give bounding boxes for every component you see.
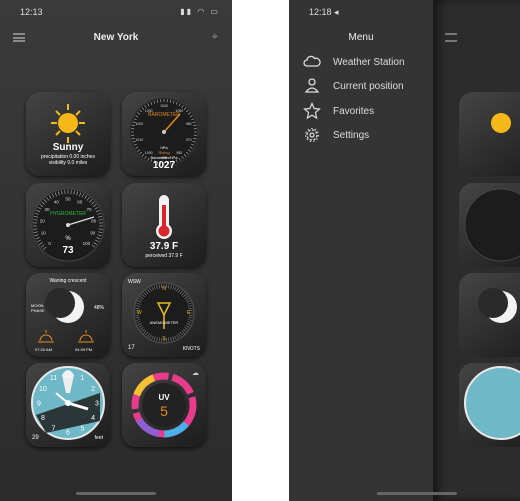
menu-item-favorites[interactable]: Favorites — [303, 102, 429, 122]
status-time: 12:13 — [20, 7, 43, 17]
side-menu: 12:18 ◂ Menu Weather Station Current pos… — [289, 0, 433, 501]
altimeter-number: 6 — [66, 429, 70, 436]
uv-value: 5 — [160, 403, 168, 419]
moon-illumination: 48% — [93, 305, 104, 311]
hamburger-menu-icon[interactable] — [445, 33, 457, 42]
menu-item-label: Favorites — [333, 106, 375, 117]
altimeter-number: 3 — [95, 400, 99, 407]
altimeter-number: 8 — [41, 415, 45, 422]
uv-index-tile[interactable]: ☁ UV 5 — [122, 363, 206, 447]
hygrometer-tick-label: 40 — [54, 199, 60, 204]
hygrometer-dial — [464, 188, 520, 262]
temperature-value: 37.9 F — [149, 241, 179, 252]
moon-icon — [478, 288, 517, 323]
menu-item-current-position[interactable]: Current position — [303, 77, 429, 97]
hygrometer-tick-label: 60 — [77, 199, 83, 204]
left-phone-screen: 12:13 ▮▮ ◠ ▭ New York ⌖ Sunny precipitat… — [0, 0, 232, 501]
hygrometer-label: HYGROMETER — [50, 211, 86, 217]
menu-title: Menu — [348, 32, 374, 43]
compass-w: W — [137, 310, 142, 316]
anemometer-label: ANEMOMETER — [149, 320, 179, 325]
sunrise-icon — [38, 330, 54, 343]
altimeter-number: 10 — [39, 386, 47, 393]
anemometer-tile[interactable]: WSW N E S W ANEMOMETER 17 KNOTS — [122, 273, 206, 357]
altimeter-tile-partial — [459, 363, 520, 447]
dimmed-content[interactable] — [433, 0, 520, 501]
wind-direction-code: WSW — [128, 279, 141, 285]
status-bar: 12:18 ◂ — [289, 0, 433, 22]
status-icons: ▮▮ ◠ ▭ — [180, 7, 220, 16]
altimeter-dial — [464, 366, 520, 440]
compass-s: S — [162, 336, 166, 342]
uv-label: UV — [158, 393, 170, 402]
moon-tile-partial — [459, 273, 520, 357]
barometer-value: 1027 — [152, 160, 176, 171]
altimeter-number: 1 — [81, 375, 85, 382]
sun-icon — [491, 113, 511, 133]
status-time: 12:18 ◂ — [309, 7, 339, 17]
thermometer-tile[interactable]: 37.9 F perceived 37.9 F — [122, 183, 206, 267]
menu-item-label: Settings — [333, 130, 370, 141]
home-indicator[interactable] — [76, 492, 156, 495]
hygrometer-unit: % — [65, 236, 71, 242]
home-indicator[interactable] — [376, 492, 457, 495]
altimeter-number: 7 — [52, 425, 56, 432]
altimeter-number: 4 — [91, 415, 95, 422]
moon-phase-label-2: PHASE — [31, 308, 45, 313]
barometer-tick-label: 1010 — [135, 138, 143, 142]
hygrometer-tile-partial — [459, 183, 520, 267]
cloud-icon — [303, 55, 321, 67]
compass-n: N — [162, 286, 166, 292]
wind-unit: KNOTS — [182, 346, 200, 352]
hygrometer-tick-label: 10 — [41, 231, 47, 236]
sunset-icon — [78, 330, 94, 343]
hygrometer-tile[interactable]: 0 10 20 30 40 50 60 70 80 90 100 HYGROMETER % 73 — [26, 183, 110, 267]
altimeter-number: 5 — [81, 425, 85, 432]
sunset-time: 04:39 PM — [75, 347, 93, 352]
weather-condition: Sunny — [52, 142, 84, 153]
star-icon — [303, 102, 321, 120]
barometer-tick-label: 1040 — [160, 104, 168, 108]
moon-icon — [38, 288, 94, 343]
compass-e: E — [187, 310, 191, 316]
gear-icon — [305, 128, 319, 142]
hygrometer-tick-label: 50 — [65, 197, 71, 202]
altimeter-tile[interactable]: 12 1 2 3 4 5 6 7 8 9 10 11 29 feet — [26, 363, 110, 447]
barometer-tick-label: 970 — [186, 138, 192, 142]
sun-cloud-icon: ☁ — [192, 370, 199, 377]
sunrise-time: 07:20 AM — [35, 347, 52, 352]
menu-item-label: Current position — [333, 81, 404, 92]
altimeter-number: 11 — [50, 375, 57, 382]
sunny-tile[interactable]: Sunny precipitation 0.00 inches visibili… — [26, 92, 110, 176]
moon-phase-tile[interactable]: Waning crescent MOON PHASE 48% 07:20 AM … — [26, 273, 110, 357]
person-pin-icon — [304, 78, 320, 93]
altimeter-number: 12 — [64, 371, 72, 378]
city-title: New York — [93, 32, 139, 43]
status-bar: 12:13 ▮▮ ◠ ▭ — [0, 0, 232, 22]
hygrometer-tick-label: 20 — [40, 218, 46, 223]
perceived-temperature: perceived 37.9 F — [145, 253, 183, 259]
altimeter-number: 2 — [91, 386, 95, 393]
wind-speed: 17 — [128, 345, 135, 351]
menu-item-label: Weather Station — [333, 57, 405, 68]
hygrometer-value: 73 — [62, 245, 74, 256]
barometer-tile[interactable]: 1040 1050 960 970 980 990 1000 1010 1020 1030 BAR… — [122, 92, 206, 176]
location-pin-icon[interactable]: ⌖ — [212, 31, 218, 44]
altitude-value: 29 — [32, 435, 39, 441]
right-phone-screen: 12:18 ◂ Menu Weather Station Current pos… — [289, 0, 520, 501]
altimeter-number: 9 — [37, 400, 41, 407]
barometer-label: BAROMETER — [148, 112, 180, 118]
menu-item-settings[interactable]: Settings — [303, 126, 429, 146]
barometer-tick-label: 960 — [186, 122, 192, 126]
sunny-tile-partial — [459, 92, 520, 176]
menu-item-weather-station[interactable]: Weather Station — [303, 53, 429, 73]
altitude-unit: feet — [94, 435, 103, 441]
hygrometer-tick-label: 90 — [90, 231, 96, 236]
hygrometer-tick-label: 80 — [91, 218, 97, 223]
barometer-tick-label: 1020 — [135, 122, 143, 126]
nav-bar: New York ⌖ — [0, 28, 232, 48]
visibility-text: visibility 9.0 miles — [48, 160, 88, 166]
